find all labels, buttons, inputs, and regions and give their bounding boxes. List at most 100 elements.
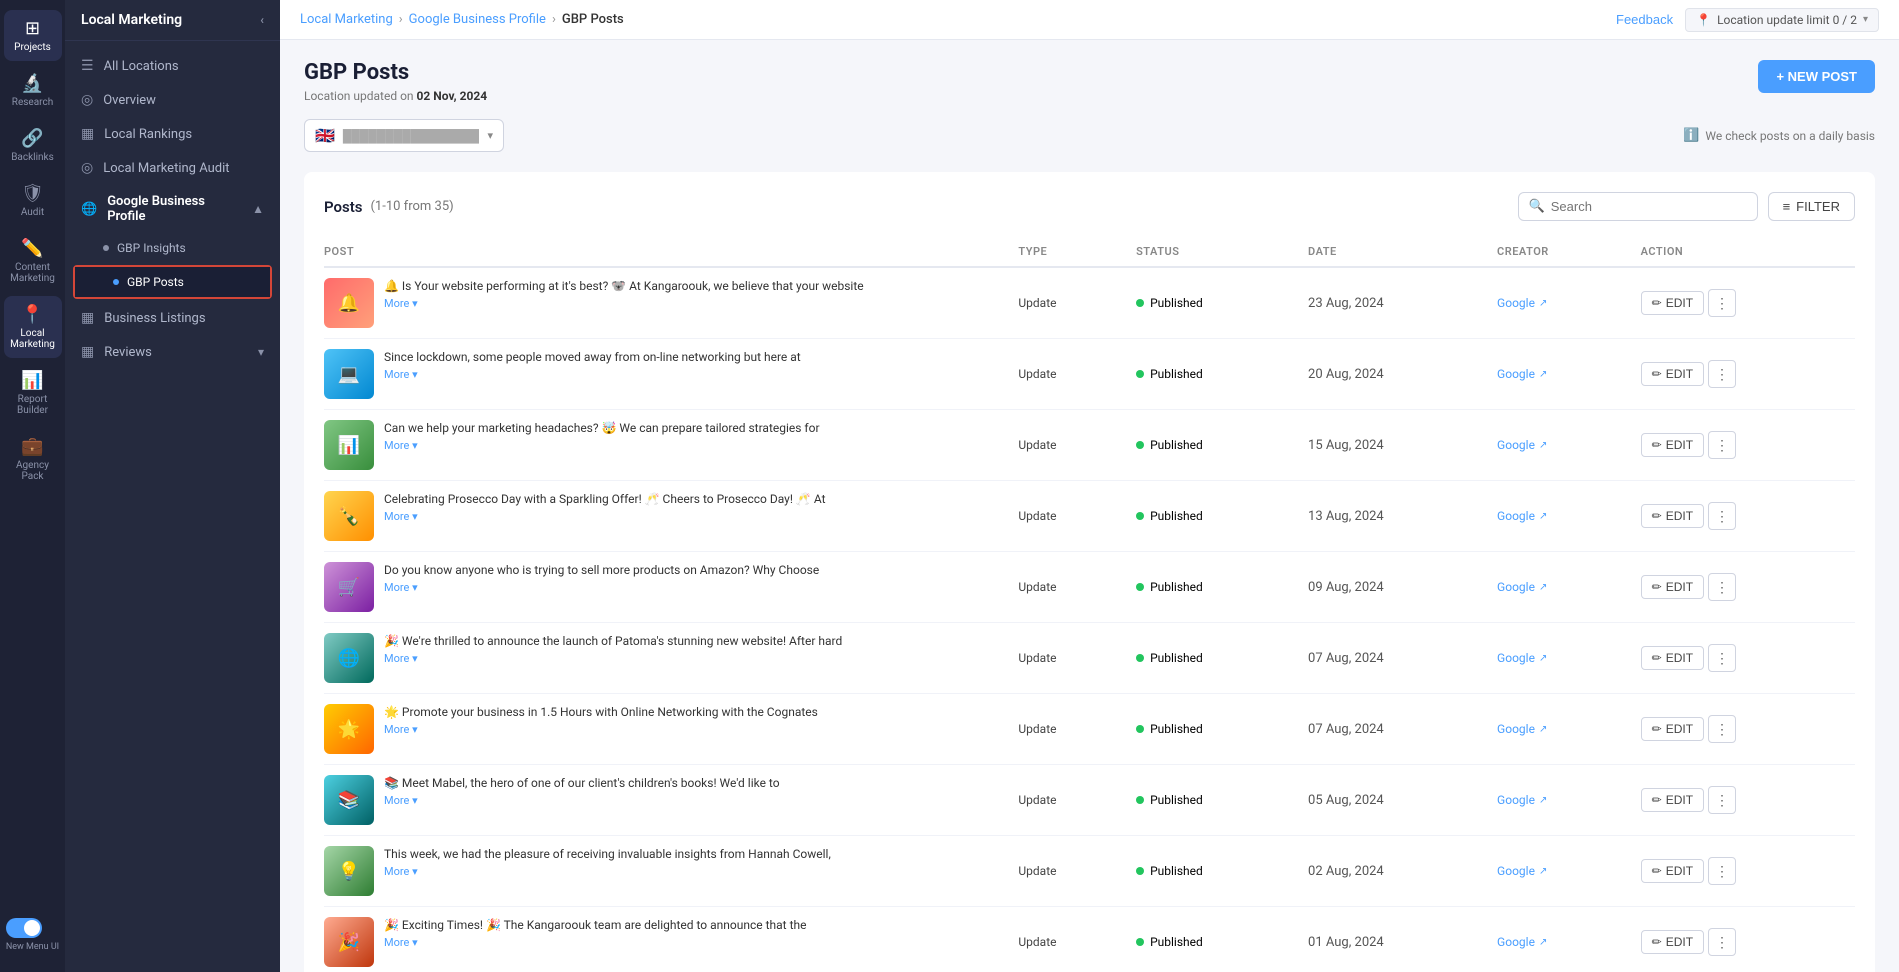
listings-icon: ▦ (81, 310, 94, 326)
creator-link[interactable]: Google ↗ (1497, 296, 1617, 310)
breadcrumb-gbp[interactable]: Google Business Profile (409, 12, 546, 27)
post-action-cell: ✏ EDIT ⋮ (1629, 836, 1855, 907)
sidebar-item-gbp-posts[interactable]: GBP Posts (75, 267, 270, 297)
post-more-link[interactable]: More ▾ (384, 936, 994, 949)
gbp-section-header[interactable]: 🌐 Google Business Profile ▲ (65, 185, 280, 233)
more-options-button[interactable]: ⋮ (1708, 502, 1736, 530)
edit-button[interactable]: ✏ EDIT (1641, 291, 1704, 315)
sidebar-item-local-marketing-audit[interactable]: ◎ Local Marketing Audit (65, 151, 280, 185)
sidebar-item-reviews[interactable]: ▦ Reviews ▾ (65, 335, 280, 369)
more-options-button[interactable]: ⋮ (1708, 573, 1736, 601)
type-badge: Update (1018, 864, 1056, 878)
more-options-button[interactable]: ⋮ (1708, 289, 1736, 317)
sidebar-item-content-marketing[interactable]: ✏️ Content Marketing (4, 230, 62, 292)
more-options-button[interactable]: ⋮ (1708, 715, 1736, 743)
sidebar-item-label: Reviews (104, 345, 152, 360)
sidebar-item-label: Overview (103, 93, 156, 108)
post-more-link[interactable]: More ▾ (384, 723, 994, 736)
sidebar-item-all-locations[interactable]: ☰ All Locations (65, 49, 280, 83)
edit-button[interactable]: ✏ EDIT (1641, 930, 1704, 954)
post-more-link[interactable]: More ▾ (384, 439, 994, 452)
post-type-cell: Update (1006, 410, 1124, 481)
creator-link[interactable]: Google ↗ (1497, 864, 1617, 878)
post-cell-10: 🎉 🎉 Exciting Times! 🎉 The Kangaroouk tea… (324, 907, 1006, 972)
location-updated-text: Location updated on 02 Nov, 2024 (304, 89, 487, 103)
more-options-button[interactable]: ⋮ (1708, 786, 1736, 814)
creator-link[interactable]: Google ↗ (1497, 722, 1617, 736)
edit-button[interactable]: ✏ EDIT (1641, 362, 1704, 386)
type-badge: Update (1018, 793, 1056, 807)
sidebar-item-projects[interactable]: ⊞ Projects (4, 10, 62, 61)
search-input[interactable] (1551, 199, 1747, 214)
post-type-cell: Update (1006, 481, 1124, 552)
post-more-link[interactable]: More ▾ (384, 652, 994, 665)
sidebar-item-gbp-insights[interactable]: GBP Insights (65, 233, 280, 263)
sidebar-item-overview[interactable]: ◎ Overview (65, 83, 280, 117)
more-options-button[interactable]: ⋮ (1708, 644, 1736, 672)
sidebar-item-label: Backlinks (11, 152, 54, 163)
post-more-link[interactable]: More ▾ (384, 865, 994, 878)
breadcrumb-local-marketing[interactable]: Local Marketing (300, 12, 393, 27)
table-row: 🌟 🌟 Promote your business in 1.5 Hours w… (324, 694, 1855, 765)
post-more-link[interactable]: More ▾ (384, 794, 994, 807)
nav-sidebar-items: ☰ All Locations ◎ Overview ▦ Local Ranki… (65, 41, 280, 377)
type-badge: Update (1018, 651, 1056, 665)
table-row: 🌐 🎉 We're thrilled to announce the launc… (324, 623, 1855, 694)
edit-button[interactable]: ✏ EDIT (1641, 575, 1704, 599)
creator-link[interactable]: Google ↗ (1497, 438, 1617, 452)
sidebar-item-local-marketing[interactable]: 📍 Local Marketing (4, 296, 62, 358)
edit-button[interactable]: ✏ EDIT (1641, 717, 1704, 741)
creator-link[interactable]: Google ↗ (1497, 793, 1617, 807)
creator-link[interactable]: Google ↗ (1497, 935, 1617, 949)
post-text: Since lockdown, some people moved away f… (384, 349, 994, 381)
sidebar-item-report-builder[interactable]: 📊 Report Builder (4, 362, 62, 424)
more-options-button[interactable]: ⋮ (1708, 928, 1736, 956)
creator-link[interactable]: Google ↗ (1497, 580, 1617, 594)
post-action-cell: ✏ EDIT ⋮ (1629, 410, 1855, 481)
chevron-left-icon[interactable]: ‹ (260, 13, 264, 27)
sidebar-item-agency-pack[interactable]: 💼 Agency Pack (4, 428, 62, 490)
more-options-button[interactable]: ⋮ (1708, 857, 1736, 885)
post-more-link[interactable]: More ▾ (384, 581, 994, 594)
pencil-icon: ✏ (1652, 651, 1662, 665)
creator-link[interactable]: Google ↗ (1497, 367, 1617, 381)
post-more-link[interactable]: More ▾ (384, 297, 994, 310)
table-row: 🔔 🔔 Is Your website performing at it's b… (324, 267, 1855, 339)
post-action-cell: ✏ EDIT ⋮ (1629, 339, 1855, 410)
sidebar-item-business-listings[interactable]: ▦ Business Listings (65, 301, 280, 335)
creator-link[interactable]: Google ↗ (1497, 651, 1617, 665)
filter-button[interactable]: ≡ FILTER (1768, 192, 1855, 221)
post-creator-cell: Google ↗ (1485, 694, 1629, 765)
post-more-link[interactable]: More ▾ (384, 368, 994, 381)
grid-icon: ⊞ (25, 18, 40, 39)
search-icon: 🔍 (1529, 199, 1545, 214)
new-menu-toggle[interactable] (6, 918, 42, 938)
feedback-button[interactable]: Feedback (1616, 12, 1673, 27)
status-label: Published (1150, 935, 1203, 949)
external-link-icon: ↗ (1539, 866, 1547, 877)
edit-button[interactable]: ✏ EDIT (1641, 788, 1704, 812)
chevron-down-icon[interactable]: ▾ (1863, 14, 1868, 25)
post-date-cell: 20 Aug, 2024 (1296, 339, 1485, 410)
edit-button[interactable]: ✏ EDIT (1641, 646, 1704, 670)
post-type-cell: Update (1006, 267, 1124, 339)
status-label: Published (1150, 651, 1203, 665)
chevron-down-icon: ▾ (258, 345, 264, 359)
sidebar-item-local-rankings[interactable]: ▦ Local Rankings (65, 117, 280, 151)
more-options-button[interactable]: ⋮ (1708, 431, 1736, 459)
post-more-link[interactable]: More ▾ (384, 510, 994, 523)
edit-button[interactable]: ✏ EDIT (1641, 433, 1704, 457)
creator-link[interactable]: Google ↗ (1497, 509, 1617, 523)
post-cell-2: 💻 Since lockdown, some people moved away… (324, 339, 1006, 410)
search-filter-row: Posts (1-10 from 35) 🔍 ≡ FILTER (324, 192, 1855, 221)
sidebar-item-research[interactable]: 🔬 Research (4, 65, 62, 116)
nav-sidebar-title: Local Marketing (81, 12, 182, 28)
sidebar-item-label: All Locations (104, 59, 179, 74)
location-select[interactable]: 🇬🇧 ████████████████ ▾ (304, 119, 504, 152)
sidebar-item-audit[interactable]: 🛡 Audit (4, 175, 62, 226)
edit-button[interactable]: ✏ EDIT (1641, 859, 1704, 883)
sidebar-item-backlinks[interactable]: 🔗 Backlinks (4, 120, 62, 171)
new-post-button[interactable]: + NEW POST (1758, 60, 1875, 93)
more-options-button[interactable]: ⋮ (1708, 360, 1736, 388)
edit-button[interactable]: ✏ EDIT (1641, 504, 1704, 528)
